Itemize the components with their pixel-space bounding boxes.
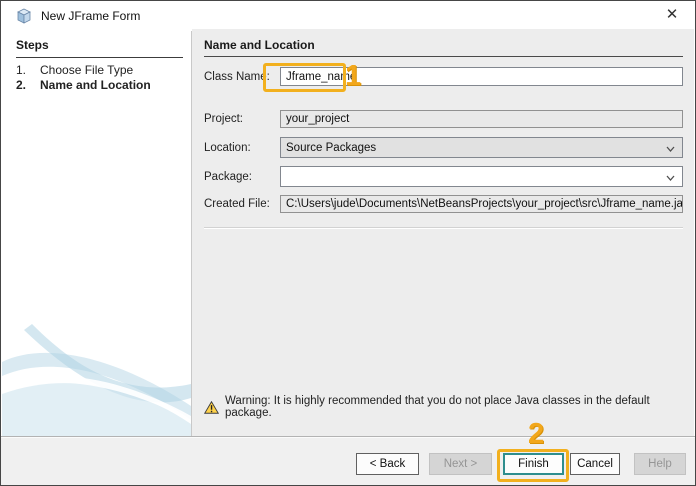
class-name-label: Class Name: [204,67,270,86]
step-label: Choose File Type [40,63,133,77]
package-dropdown[interactable] [280,166,683,187]
finish-button[interactable]: Finish [503,453,564,475]
step-number: 1. [16,63,40,77]
wizard-swoosh-decoration [2,324,191,436]
new-jframe-form-dialog: New JFrame Form ✕ Steps 1. Choose File T… [0,0,696,486]
close-icon[interactable]: ✕ [651,1,693,29]
section-divider [204,227,683,229]
created-file-label: Created File: [204,195,270,213]
created-file-row: Created File: C:\Users\jude\Documents\Ne… [204,195,683,213]
location-label: Location: [204,137,251,158]
chevron-down-icon [666,146,675,152]
warning-triangle-icon [204,401,219,414]
created-file-field: C:\Users\jude\Documents\NetBeansProjects… [280,195,683,213]
step-number: 2. [16,78,40,92]
project-field: your_project [280,110,683,128]
steps-header: Steps [16,38,183,58]
package-label: Package: [204,166,252,187]
location-selected-value: Source Packages [286,142,376,154]
location-dropdown[interactable]: Source Packages [280,137,683,158]
chevron-down-icon [666,175,675,181]
warning-text: Warning: It is highly recommended that y… [225,395,683,419]
project-row: Project: your_project [204,110,683,128]
warning-message-row: Warning: It is highly recommended that y… [204,395,683,419]
back-button[interactable]: < Back [356,453,419,475]
location-row: Location: Source Packages [204,137,683,158]
panel-title: Name and Location [204,38,683,57]
netbeans-cube-icon [16,8,32,24]
next-button[interactable]: Next > [429,453,492,475]
step-item-choose-file-type: 1. Choose File Type [16,63,185,77]
project-label: Project: [204,110,243,128]
window-title: New JFrame Form [41,1,140,31]
package-row: Package: [204,166,683,187]
title-bar: New JFrame Form ✕ [1,1,695,31]
help-button[interactable]: Help [634,453,686,475]
class-name-row: Class Name: Jframe_name [204,67,683,86]
steps-sidebar: Steps 1. Choose File Type 2. Name and Lo… [2,31,192,436]
step-item-name-and-location: 2. Name and Location [16,78,185,92]
name-and-location-panel: Name and Location Class Name: Jframe_nam… [192,29,694,436]
step-label: Name and Location [40,78,151,92]
cancel-button[interactable]: Cancel [570,453,620,475]
class-name-input[interactable]: Jframe_name [280,67,683,86]
wizard-button-bar: < Back Next > Finish Cancel Help [1,436,695,485]
